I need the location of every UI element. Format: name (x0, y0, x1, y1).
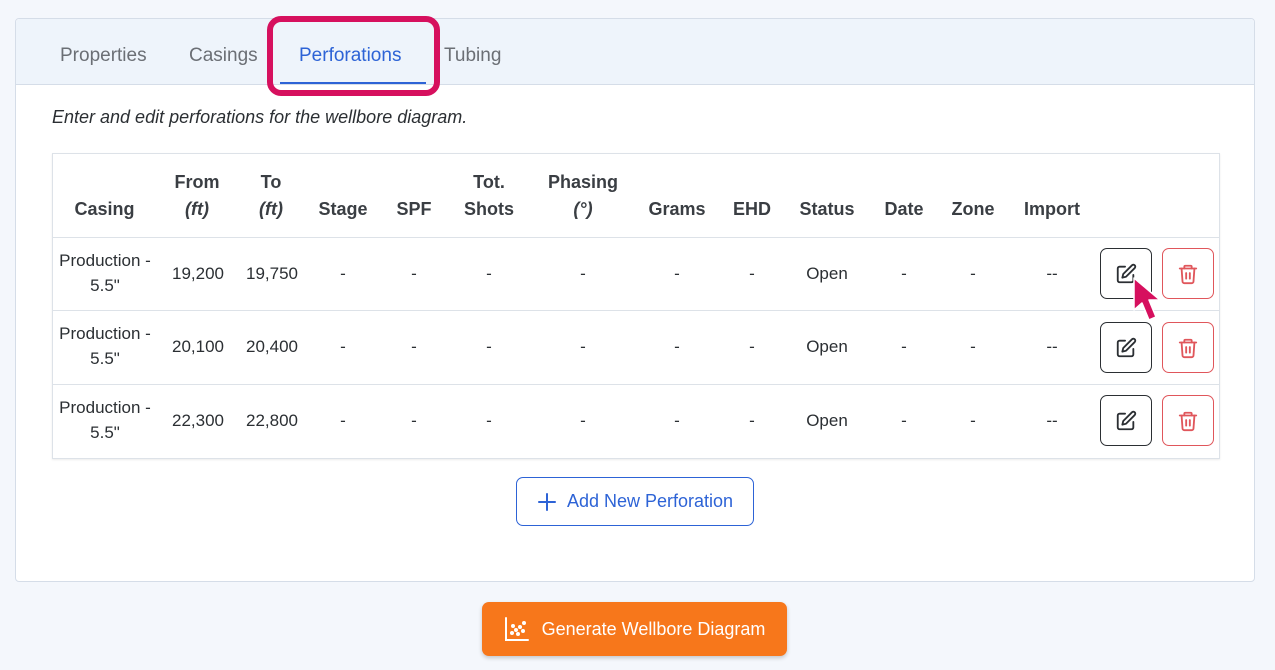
casing-size: 5.5" (90, 349, 120, 368)
tab-properties[interactable]: Properties (60, 45, 147, 67)
cell-casing: Production - 5.5" (57, 248, 153, 298)
cell-to: 19,750 (246, 264, 298, 283)
header-status: Status (799, 199, 855, 219)
cell-shots: - (486, 264, 492, 283)
cell-zone: - (970, 337, 976, 356)
generate-wellbore-diagram-button[interactable]: Generate Wellbore Diagram (482, 602, 787, 656)
header-stage: Stage (318, 199, 368, 219)
cell-import: -- (1046, 264, 1058, 283)
cell-import: -- (1046, 337, 1058, 356)
cell-date: - (901, 411, 907, 430)
header-phasing: Phasing (°) (545, 169, 621, 223)
cell-date: - (901, 264, 907, 283)
header-tot-shots: Tot. Shots (459, 169, 519, 223)
add-new-perforation-label: Add New Perforation (566, 491, 734, 511)
header-from-unit: (ft) (185, 199, 209, 219)
trash-icon (1178, 411, 1198, 431)
header-date: Date (884, 199, 924, 219)
edit-icon (1116, 410, 1137, 430)
header-import: Import (1024, 199, 1080, 219)
header-zone: Zone (951, 199, 995, 219)
header-from-label: From (174, 172, 220, 192)
cell-spf: - (411, 337, 417, 356)
header-shots-label: Shots (463, 199, 514, 219)
cell-stage: - (340, 411, 346, 430)
delete-button[interactable] (1162, 322, 1214, 373)
delete-button[interactable] (1162, 248, 1214, 299)
cell-from: 19,200 (172, 264, 224, 283)
cell-from: 20,100 (172, 337, 224, 356)
cell-ehd: - (749, 264, 755, 283)
casing-size: 5.5" (90, 423, 120, 442)
cell-stage: - (340, 337, 346, 356)
casing-name: Production - (59, 324, 151, 343)
header-phasing-unit: (°) (573, 199, 593, 219)
cell-grams: - (674, 264, 680, 283)
header-from: From (ft) (169, 169, 225, 223)
header-to: To (ft) (247, 169, 295, 223)
casing-name: Production - (59, 398, 151, 417)
cell-ehd: - (749, 337, 755, 356)
cell-spf: - (411, 264, 417, 283)
edit-icon (1116, 337, 1137, 357)
cell-casing: Production - 5.5" (57, 321, 153, 371)
cell-shots: - (486, 337, 492, 356)
cell-spf: - (411, 411, 417, 430)
cell-zone: - (970, 411, 976, 430)
cell-casing: Production - 5.5" (57, 395, 153, 445)
header-tot-label: Tot. (473, 172, 505, 192)
cell-date: - (901, 337, 907, 356)
cell-to: 20,400 (246, 337, 298, 356)
header-spf: SPF (396, 199, 432, 219)
header-ehd: EHD (732, 199, 771, 219)
casing-size: 5.5" (90, 276, 120, 295)
tab-tubing[interactable]: Tubing (444, 45, 501, 67)
cell-status: Open (806, 411, 848, 430)
header-to-unit: (ft) (259, 199, 283, 219)
cell-status: Open (806, 264, 848, 283)
plus-icon (537, 492, 556, 511)
cell-stage: - (340, 264, 346, 283)
cell-grams: - (674, 337, 680, 356)
perforations-card: Properties Casings Perforations Tubing E… (15, 16, 1255, 582)
tab-bar: Properties Casings Perforations Tubing (16, 16, 1254, 96)
trash-icon (1178, 264, 1198, 284)
cell-phasing: - (580, 264, 586, 283)
row-divider (53, 384, 1219, 385)
pointer-cursor-icon (1133, 277, 1161, 321)
perforations-table: Casing From (ft) To (ft) Stage SPF Tot. … (52, 153, 1220, 459)
header-grams: Grams (648, 199, 706, 219)
header-divider (53, 237, 1219, 238)
header-phasing-label: Phasing (547, 172, 618, 192)
cell-phasing: - (580, 411, 586, 430)
edit-button[interactable] (1100, 395, 1152, 446)
tab-highlight-annotation (267, 16, 440, 96)
tab-casings[interactable]: Casings (189, 45, 258, 67)
row-divider (53, 310, 1219, 311)
cell-import: -- (1046, 411, 1058, 430)
cell-ehd: - (749, 411, 755, 430)
trash-icon (1178, 338, 1198, 358)
cell-grams: - (674, 411, 680, 430)
generate-wellbore-diagram-label: Generate Wellbore Diagram (541, 618, 766, 639)
edit-button[interactable] (1100, 322, 1152, 373)
scatter-chart-icon (504, 617, 529, 641)
header-casing: Casing (74, 199, 135, 219)
delete-button[interactable] (1162, 395, 1214, 446)
add-new-perforation-button[interactable]: Add New Perforation (516, 477, 754, 526)
cell-zone: - (970, 264, 976, 283)
casing-name: Production - (59, 251, 151, 270)
cell-from: 22,300 (172, 411, 224, 430)
section-description: Enter and edit perforations for the well… (52, 107, 468, 127)
cell-status: Open (806, 337, 848, 356)
cell-to: 22,800 (246, 411, 298, 430)
cell-shots: - (486, 411, 492, 430)
header-to-label: To (260, 172, 282, 192)
cell-phasing: - (580, 337, 586, 356)
